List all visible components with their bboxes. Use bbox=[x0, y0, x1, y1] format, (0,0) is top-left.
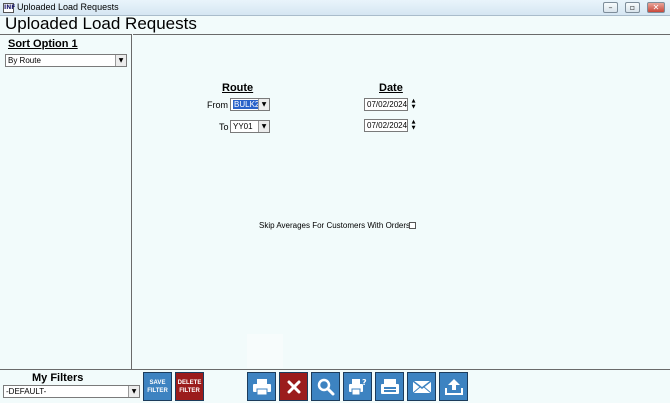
chevron-down-icon[interactable]: ▼ bbox=[258, 121, 269, 132]
envelope-icon bbox=[412, 379, 431, 393]
date-to-spinner[interactable]: ▲ ▼ bbox=[409, 119, 418, 132]
email-button[interactable] bbox=[407, 372, 436, 401]
route-from-select[interactable]: BULK2 ▼ bbox=[230, 98, 270, 111]
date-to-field[interactable]: 07/02/2024 bbox=[364, 119, 408, 132]
export-button[interactable] bbox=[439, 372, 468, 401]
route-to-label: To bbox=[219, 122, 229, 132]
blank-area bbox=[247, 334, 283, 368]
close-icon bbox=[287, 380, 300, 393]
my-filters-select[interactable]: -DEFAULT- ▼ bbox=[3, 385, 140, 398]
route-from-value: BULK2 bbox=[233, 100, 261, 109]
svg-text:?: ? bbox=[362, 378, 367, 387]
bottom-toolbar: My Filters -DEFAULT- ▼ SAVE FILTER DELET… bbox=[0, 369, 670, 403]
printer-icon bbox=[252, 378, 271, 395]
route-to-select[interactable]: YY01 ▼ bbox=[230, 120, 270, 133]
route-heading: Route bbox=[222, 82, 254, 94]
app-icon: INF bbox=[3, 3, 16, 13]
skip-averages-label: Skip Averages For Customers With Orders bbox=[259, 221, 411, 230]
chevron-down-icon[interactable]: ▼ bbox=[128, 386, 139, 397]
sort-option-label: Sort Option 1 bbox=[8, 38, 78, 50]
print-preview-button[interactable]: ? bbox=[343, 372, 372, 401]
close-button[interactable]: ✕ bbox=[647, 2, 665, 13]
filter-panel: Route Date From BULK2 ▼ To YY01 ▼ 07/02/… bbox=[133, 34, 670, 369]
search-icon bbox=[317, 378, 334, 395]
window-title: Uploaded Load Requests bbox=[17, 2, 119, 12]
chevron-down-icon[interactable]: ▼ bbox=[115, 55, 126, 66]
print-preview-icon: ? bbox=[348, 378, 367, 395]
delete-filter-button[interactable]: DELETE FILTER bbox=[175, 372, 204, 401]
date-heading: Date bbox=[379, 82, 403, 94]
my-filters-value: -DEFAULT- bbox=[6, 387, 47, 396]
restore-button[interactable]: ▫ bbox=[625, 2, 640, 13]
sort-option-value: By Route bbox=[8, 56, 41, 65]
date-from-spinner[interactable]: ▲ ▼ bbox=[409, 98, 418, 111]
my-filters-label: My Filters bbox=[32, 372, 84, 384]
route-to-value: YY01 bbox=[233, 122, 253, 131]
minimize-button[interactable]: – bbox=[603, 2, 618, 13]
skip-averages-checkbox[interactable] bbox=[409, 222, 416, 229]
cancel-button[interactable] bbox=[279, 372, 308, 401]
page-title: Uploaded Load Requests bbox=[5, 14, 197, 33]
fax-button[interactable] bbox=[375, 372, 404, 401]
sort-option-select[interactable]: By Route ▼ bbox=[5, 54, 127, 67]
save-filter-button[interactable]: SAVE FILTER bbox=[143, 372, 172, 401]
sort-panel: Sort Option 1 By Route ▼ bbox=[0, 34, 132, 369]
print-button[interactable] bbox=[247, 372, 276, 401]
fax-icon bbox=[380, 378, 399, 394]
chevron-down-icon[interactable]: ▼ bbox=[258, 99, 269, 110]
search-button[interactable] bbox=[311, 372, 340, 401]
route-from-label: From bbox=[207, 100, 228, 110]
date-from-field[interactable]: 07/02/2024 bbox=[364, 98, 408, 111]
upload-icon bbox=[444, 378, 463, 395]
